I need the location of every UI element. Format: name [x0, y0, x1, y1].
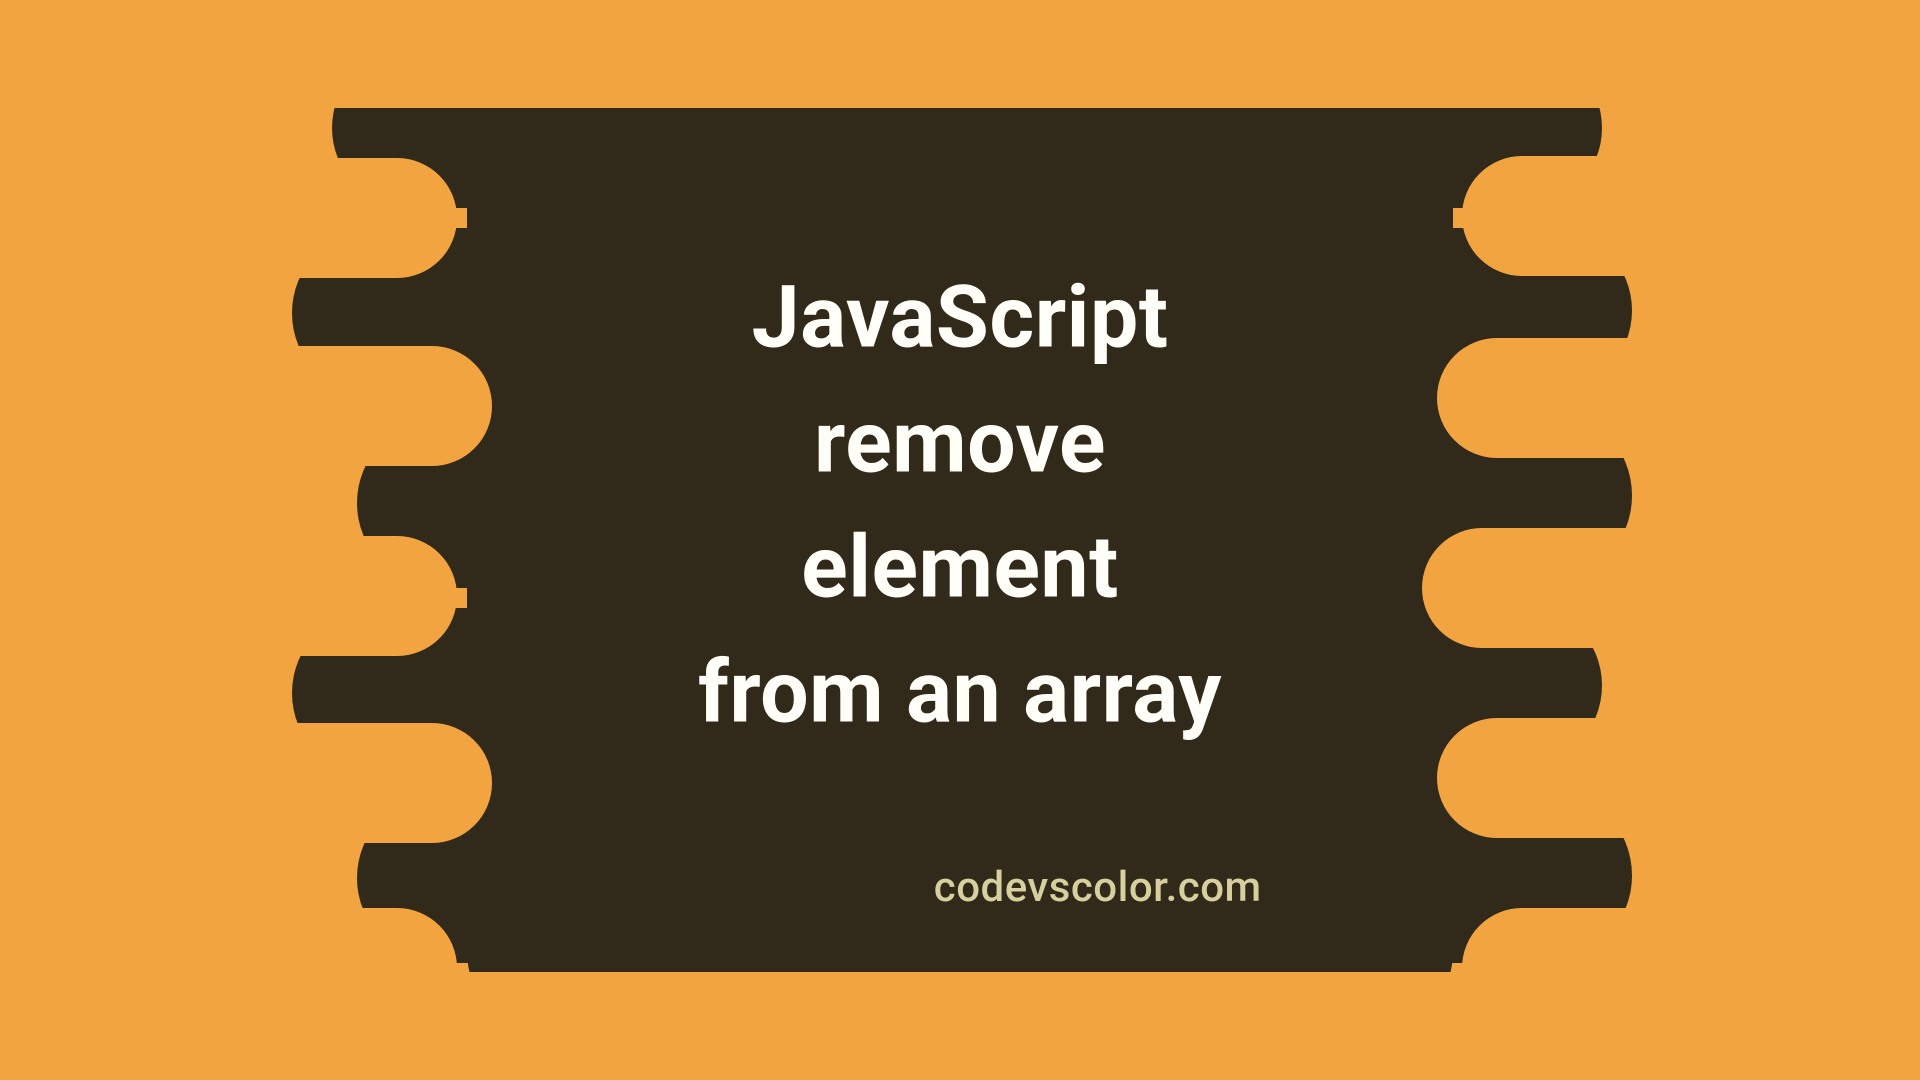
blob-notch — [1422, 528, 1722, 648]
banner-card: JavaScript remove element from an array … — [192, 108, 1728, 972]
title-line: JavaScript — [510, 256, 1410, 381]
blob-notch — [1437, 718, 1727, 838]
title-line: remove — [510, 381, 1410, 506]
title-line: element — [510, 505, 1410, 630]
site-watermark: codevscolor.com — [934, 863, 1262, 912]
blob-notch — [1462, 908, 1722, 972]
blob-notch — [227, 158, 457, 278]
blob-notch — [227, 908, 457, 972]
blob-notch — [227, 536, 457, 656]
blob-notch — [1462, 156, 1722, 276]
blob-notch — [227, 346, 492, 466]
blob-notch — [227, 723, 492, 843]
title-group: JavaScript remove element from an array — [510, 256, 1410, 755]
title-line: from an array — [510, 630, 1410, 755]
blob-notch — [1437, 338, 1727, 458]
